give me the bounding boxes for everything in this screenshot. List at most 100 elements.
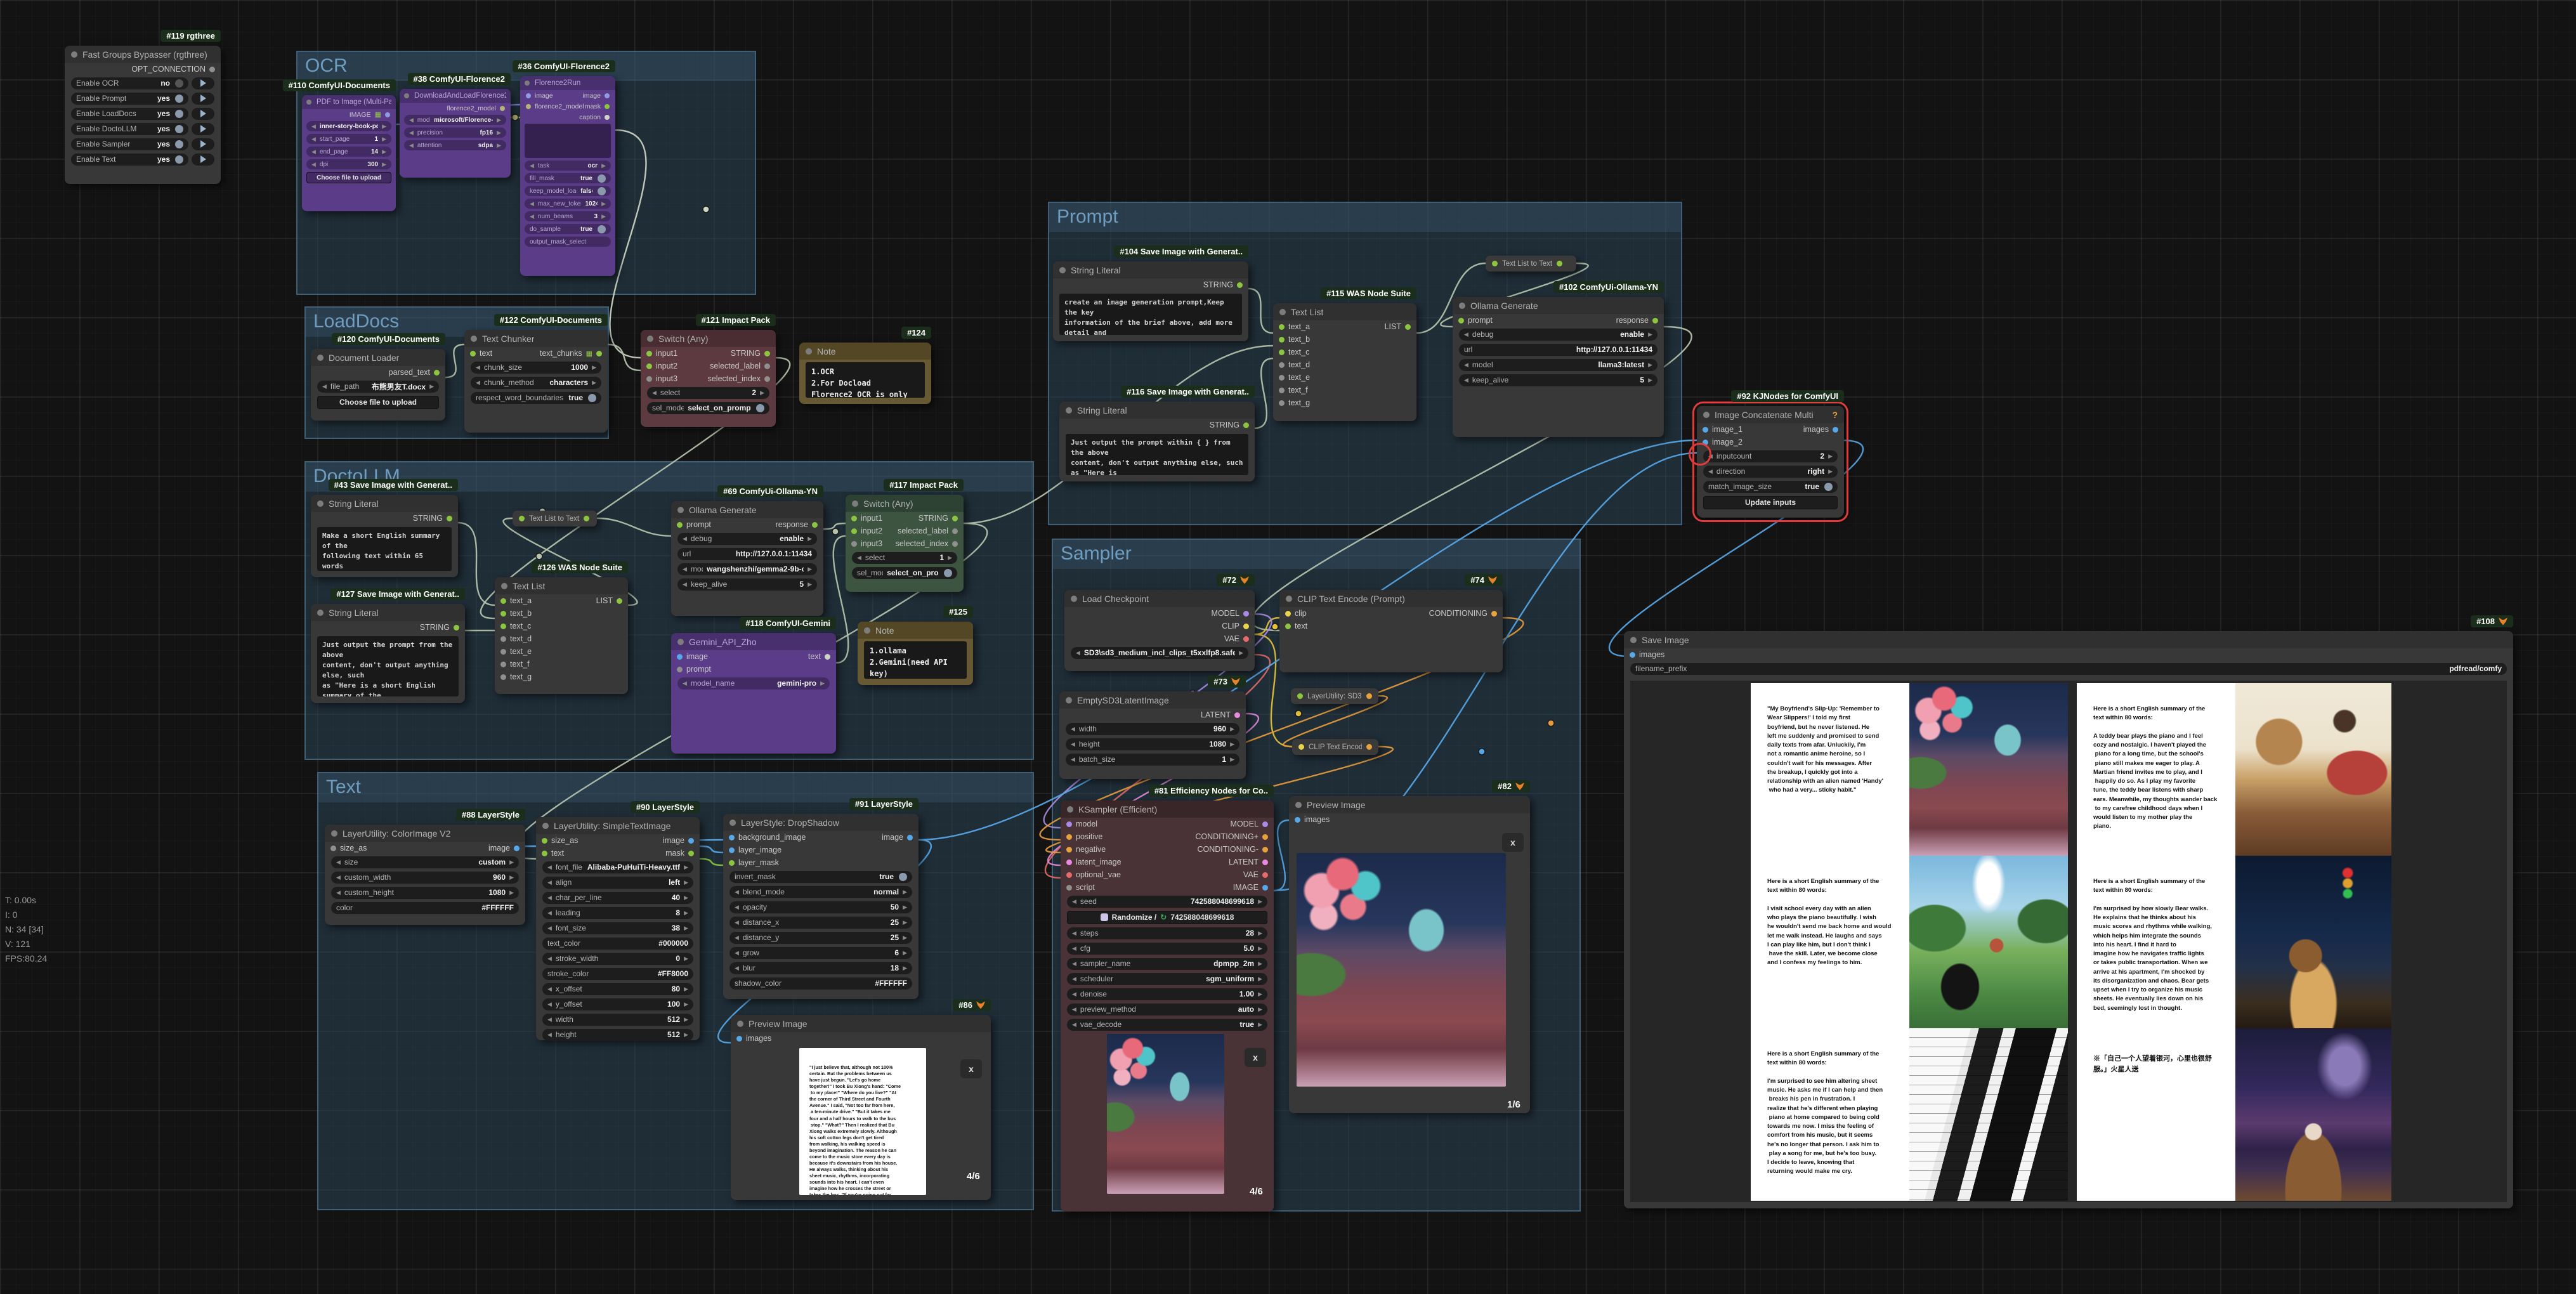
output-dot[interactable] [209, 66, 215, 72]
decrement-arrow-icon[interactable] [1076, 650, 1080, 657]
input-slot[interactable]: images [1630, 650, 1664, 659]
collapse-dot[interactable] [1459, 302, 1465, 309]
input-slot[interactable]: script [1066, 883, 1095, 892]
increment-arrow-icon[interactable] [1258, 1021, 1262, 1028]
text-list-to-text-2[interactable]: Text List to Text [1486, 256, 1576, 271]
text-widget[interactable]: create an image generation prompt,Keep t… [1059, 294, 1242, 335]
increment-arrow-icon[interactable] [601, 200, 606, 207]
collapse-dot[interactable] [317, 354, 324, 361]
input-slot[interactable]: positive [1066, 832, 1102, 841]
decrement-arrow-icon[interactable] [652, 389, 657, 396]
widget-end_page[interactable]: end_page 14 [306, 147, 391, 157]
collapse-dot[interactable] [1703, 411, 1710, 418]
collapse-dot[interactable] [737, 1020, 743, 1027]
node-titlebar[interactable]: Text Chunker [464, 330, 608, 347]
input-dot[interactable] [1279, 387, 1285, 393]
widget-batch_size[interactable]: batch_size 1 [1066, 753, 1239, 766]
widget-height[interactable]: height 512 [542, 1028, 693, 1041]
input-dot[interactable] [1295, 816, 1300, 823]
decrement-arrow-icon[interactable] [311, 161, 316, 168]
widget-direction[interactable]: direction right [1703, 465, 1838, 478]
button-choose-file-to-upload[interactable]: Choose file to upload [317, 395, 439, 409]
input-slot[interactable]: size_as [542, 836, 578, 845]
input-dot[interactable] [500, 674, 506, 680]
input-dot[interactable] [1066, 884, 1072, 891]
widget-align[interactable]: align left [542, 876, 693, 889]
output-slot[interactable]: florence2_model [447, 105, 505, 112]
node-graph-canvas[interactable]: OCR LoadDocs DoctoLLM Prompt Sampler Text #119… [0, 0, 2576, 1294]
input-dot[interactable] [526, 93, 531, 98]
widget-y_offset[interactable]: y_offset 100 [542, 998, 693, 1010]
widget-invert_mask[interactable]: invert_mask true [729, 870, 912, 883]
input-slot[interactable]: text_a [1279, 322, 1310, 331]
widget-denoise[interactable]: denoise 1.00 [1067, 988, 1267, 1000]
input-dot[interactable] [677, 521, 683, 528]
input-slot[interactable]: text_f [1279, 386, 1308, 395]
widget-respect_word_boundaries[interactable]: respect_word_boundaries true [471, 391, 601, 404]
node-titlebar[interactable]: Switch (Any) [641, 330, 776, 347]
widget-color[interactable]: color #FFFFFF [331, 901, 519, 914]
image-pager[interactable]: 1/6 [1507, 1099, 1520, 1110]
output-slot[interactable]: VAE [1243, 870, 1268, 879]
collapse-dot[interactable] [864, 627, 870, 634]
decrement-arrow-icon[interactable] [476, 364, 480, 371]
image-pager[interactable]: 4/6 [967, 1171, 980, 1182]
increment-arrow-icon[interactable] [684, 879, 688, 886]
widget-shadow_color[interactable]: shadow_color #FFFFFF [729, 977, 912, 990]
output-dot[interactable] [1262, 872, 1268, 878]
decrement-arrow-icon[interactable] [1072, 1021, 1076, 1028]
increment-arrow-icon[interactable] [903, 934, 907, 941]
increment-arrow-icon[interactable] [1230, 741, 1234, 748]
decrement-arrow-icon[interactable] [409, 129, 414, 136]
note-125[interactable]: #125 Note 1.ollama 2.Gemini(need API key) [858, 606, 973, 685]
increment-arrow-icon[interactable] [1258, 930, 1262, 937]
node-titlebar[interactable]: Text List [495, 577, 628, 594]
decrement-arrow-icon[interactable] [530, 162, 534, 169]
input-dot[interactable] [851, 515, 857, 521]
input-slot[interactable]: input3 [851, 539, 882, 548]
button-choose-file-to-upload[interactable]: Choose file to upload [306, 172, 391, 183]
input-dot[interactable] [1285, 623, 1291, 629]
image-concatenate-multi[interactable]: #92 KJNodes for ComfyUI Image Concatenate… [1692, 390, 1848, 522]
decrement-arrow-icon[interactable] [735, 934, 739, 941]
increment-arrow-icon[interactable] [497, 142, 501, 149]
string-literal-104[interactable]: #104 Save Image with Generat.. String Lit… [1053, 245, 1248, 341]
widget-custom_height[interactable]: custom_height 1080 [331, 886, 519, 899]
decrement-arrow-icon[interactable] [1708, 468, 1713, 475]
widget-url[interactable]: url http://127.0.0.1:11434 [1459, 343, 1657, 356]
output-dot[interactable] [1262, 821, 1268, 827]
output-slot[interactable]: VAE [1224, 634, 1249, 643]
collapse-dot[interactable] [542, 822, 549, 829]
widget-opacity[interactable]: opacity 50 [729, 901, 912, 913]
increment-arrow-icon[interactable] [807, 581, 812, 588]
text-widget[interactable]: Just output the prompt within { } from t… [1066, 434, 1248, 475]
widget-stroke_color[interactable]: stroke_color #FF8000 [542, 967, 693, 980]
input-slot[interactable]: images [736, 1034, 771, 1043]
widget-vae_decode[interactable]: vae_decode true [1067, 1018, 1267, 1031]
node-titlebar[interactable]: String Literal [1053, 261, 1248, 278]
output-dot[interactable] [1243, 610, 1249, 617]
decrement-arrow-icon[interactable] [1071, 756, 1075, 763]
florence2-model-loader[interactable]: #38 ComfyUI-Florence2 DownloadAndLoadFlor… [400, 73, 511, 178]
widget-output_mask_select[interactable]: output_mask_select [525, 237, 611, 247]
increment-arrow-icon[interactable] [903, 889, 907, 896]
decrement-arrow-icon[interactable] [311, 148, 316, 155]
decrement-arrow-icon[interactable] [857, 554, 861, 561]
increment-arrow-icon[interactable] [601, 213, 606, 220]
increment-arrow-icon[interactable] [497, 129, 501, 136]
ollama-generate-102[interactable]: #102 ComfyUi-Ollama-YN Ollama Generate pro… [1453, 281, 1664, 437]
output-slot[interactable]: IMAGE [350, 110, 390, 119]
output-slot[interactable]: OPT_CONNECTION [131, 65, 215, 74]
widget-font_file[interactable]: font_file Alibaba-PuHuiTi-Heavy.ttf [542, 861, 693, 873]
increment-arrow-icon[interactable] [684, 1001, 688, 1008]
goto-group-button[interactable] [192, 107, 214, 120]
toggle-knob-icon[interactable] [598, 186, 606, 195]
input-slot[interactable]: input1 [646, 349, 677, 358]
widget-width[interactable]: width 960 [1066, 722, 1239, 735]
layerutility-sd3-negative[interactable]: LayerUtility: SD3 Ne.. [1291, 688, 1378, 704]
note-text[interactable]: 1.ollama 2.Gemini(need API key) [864, 641, 967, 679]
node-titlebar[interactable]: Preview Image [731, 1015, 991, 1032]
output-slot[interactable]: STRING [1203, 280, 1243, 289]
increment-arrow-icon[interactable] [684, 986, 688, 993]
output-slot[interactable]: LIST [596, 596, 622, 605]
